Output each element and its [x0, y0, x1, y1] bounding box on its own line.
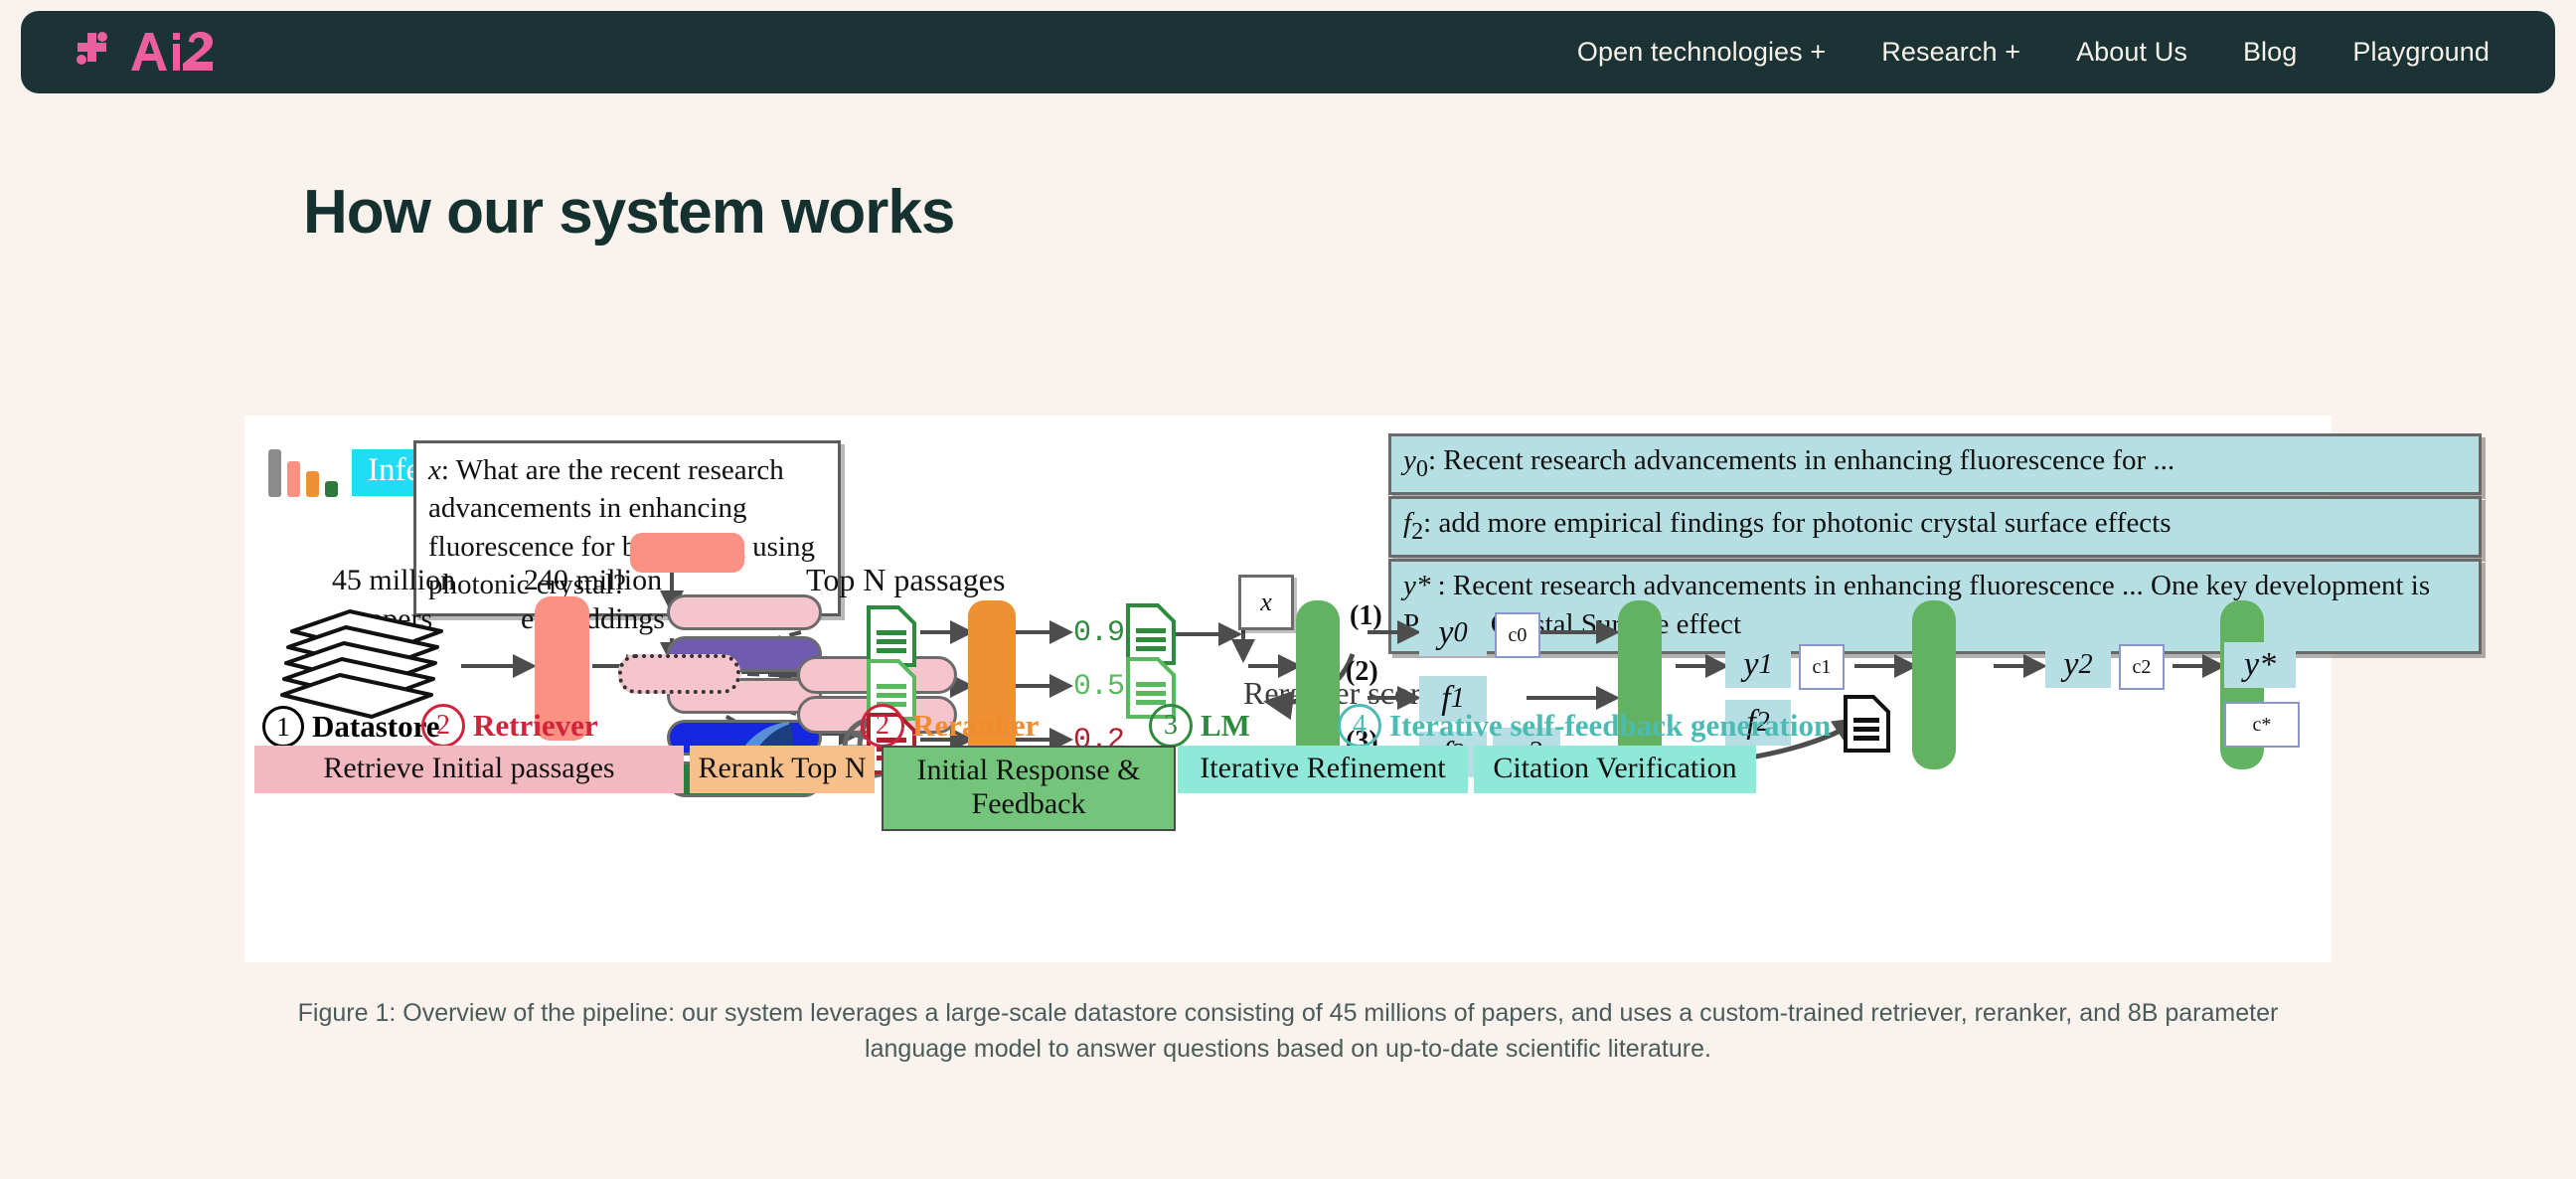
top-navigation-bar: Open technologies + Research + About Us … — [21, 11, 2555, 93]
ai2-logo-icon — [77, 31, 213, 71]
step-1-number: 1 — [262, 706, 304, 748]
chip-y1: y1 — [1725, 642, 1791, 688]
feedback-marker-2: (2) — [1346, 656, 1378, 687]
embedding-pill-1 — [667, 594, 822, 630]
chip-y2: y2 — [2045, 642, 2111, 688]
pipeline-figure: Inference x: What are the recent researc… — [244, 416, 2482, 962]
step-4-number: 4 — [1338, 704, 1381, 748]
step-3-lm: 3 LM — [1149, 704, 1250, 748]
citation-box-c0-label: c0 — [1508, 623, 1528, 646]
stage-bar-iterative-refinement: Iterative Refinement — [1178, 746, 1468, 793]
step-2-retriever: 2 Retriever — [421, 704, 598, 748]
lm-block-3 — [1912, 600, 1956, 769]
chip-y0-label: y — [1438, 614, 1454, 651]
nav-link-blog[interactable]: Blog — [2243, 37, 2297, 68]
step-1-datastore: 1 Datastore — [262, 706, 440, 748]
chip-y1-sub: 1 — [1758, 649, 1773, 680]
step-4-iterative-self-feedback: 4 Iterative self-feedback generation — [1338, 704, 1831, 748]
chip-y-star: y* — [2224, 642, 2296, 688]
lm-block-1 — [1296, 600, 1340, 769]
citation-box-c2: c2 — [2119, 644, 2165, 690]
step-2-label: Retriever — [473, 708, 598, 743]
nav-link-research[interactable]: Research + — [1881, 37, 2020, 68]
step-2-reranker: 2 Reranker — [861, 704, 1039, 748]
reranker-score-1: 0.9 — [1073, 616, 1125, 650]
step-2b-label: Reranker — [912, 708, 1040, 743]
chip-y0: y0 — [1419, 610, 1487, 656]
chip-y-star-label: y* — [2243, 646, 2277, 683]
feedback-marker-1: (1) — [1350, 600, 1382, 631]
stage-bar-citation-verification: Citation Verification — [1474, 746, 1756, 793]
citation-box-c1-label: c1 — [1812, 655, 1832, 678]
stage-bar-retrieve: Retrieve Initial passages — [254, 746, 684, 793]
chip-y2-label: y — [2063, 646, 2079, 683]
chip-y2-sub: 2 — [2078, 649, 2093, 680]
citation-box-c2-label: c2 — [2132, 655, 2152, 678]
nav-links: Open technologies + Research + About Us … — [1577, 37, 2490, 68]
chip-y1-label: y — [1743, 646, 1759, 683]
chip-y0-sub: 0 — [1453, 617, 1468, 648]
step-2b-number: 2 — [861, 704, 904, 748]
query-embedding-pill — [618, 654, 740, 694]
x-input-box: x — [1238, 575, 1294, 630]
step-3-label: LM — [1201, 708, 1250, 743]
citation-box-c-star: c* — [2224, 702, 2300, 748]
page-title: How our system works — [303, 178, 955, 247]
citation-box-c-star-label: c* — [2252, 713, 2272, 736]
query-encoder-block — [630, 533, 744, 573]
figure-caption: Figure 1: Overview of the pipeline: our … — [297, 999, 2279, 1063]
reranker-score-2: 0.5 — [1073, 670, 1125, 704]
page-root: Open technologies + Research + About Us … — [0, 0, 2576, 1179]
citation-box-c1: c1 — [1799, 644, 1845, 690]
nav-link-playground[interactable]: Playground — [2352, 37, 2490, 68]
nav-link-open-technologies[interactable]: Open technologies + — [1577, 37, 1826, 68]
stage-bar-rerank: Rerank Top N — [690, 746, 875, 793]
ai2-logo[interactable] — [70, 27, 268, 79]
step-2-number: 2 — [421, 704, 465, 748]
retrieved-doc-icon — [1844, 695, 1890, 753]
citation-box-c0: c0 — [1495, 612, 1540, 658]
step-3-number: 3 — [1149, 704, 1193, 748]
stage-bar-initial-response: Initial Response & Feedback — [882, 746, 1176, 831]
step-4-label: Iterative self-feedback generation — [1389, 708, 1832, 743]
nav-link-about-us[interactable]: About Us — [2076, 37, 2187, 68]
